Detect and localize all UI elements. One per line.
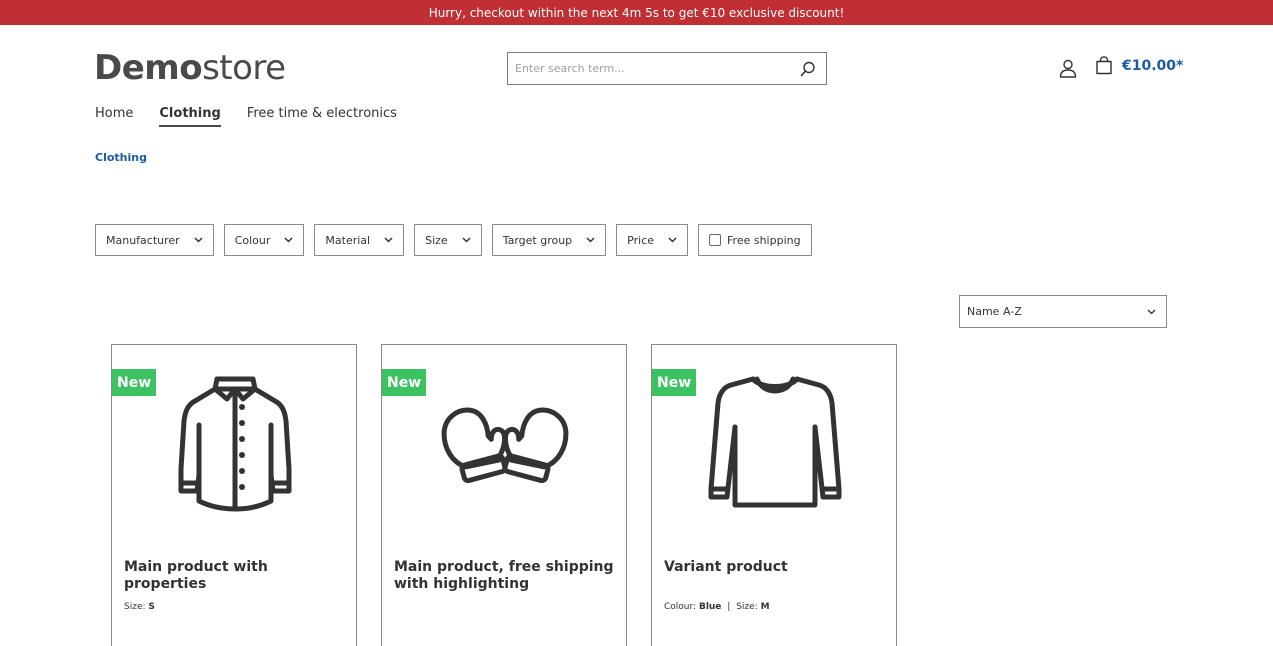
- nav-item-home[interactable]: Home: [95, 106, 133, 127]
- filter-label: Size: [425, 233, 448, 247]
- filter-label: Free shipping: [727, 233, 801, 247]
- product-card[interactable]: New Variant product Colour: Blue | Size:…: [651, 344, 897, 646]
- new-badge: New: [652, 369, 697, 396]
- jacket-icon: [178, 376, 292, 512]
- promo-banner: Hurry, checkout within the next 4m 5s to…: [0, 0, 1273, 25]
- breadcrumb-item-clothing[interactable]: Clothing: [95, 151, 147, 164]
- nav-item-clothing[interactable]: Clothing: [159, 106, 221, 127]
- promo-text: Hurry, checkout within the next 4m 5s to…: [428, 5, 845, 20]
- filter-label: Target group: [502, 233, 573, 247]
- filter-label: Colour: [234, 233, 271, 247]
- filter-price[interactable]: Price: [616, 224, 689, 256]
- prop-value: Blue: [698, 602, 722, 612]
- search-button[interactable]: [790, 53, 826, 84]
- nav-item-free-time-electronics[interactable]: Free time & electronics: [247, 106, 397, 127]
- product-card[interactable]: New Main product with properties Size: S: [111, 344, 357, 646]
- logo-light-text: store: [202, 48, 286, 88]
- new-badge: New: [112, 369, 157, 396]
- chevron-down-icon: [586, 237, 595, 243]
- chevron-down-icon: [668, 237, 677, 243]
- sort-selected-value: Name A-Z: [967, 305, 1022, 318]
- search-box: [507, 52, 827, 85]
- filter-label: Manufacturer: [106, 233, 180, 247]
- chevron-down-icon: [384, 237, 393, 243]
- store-logo[interactable]: Demo store: [94, 48, 286, 88]
- main-navigation: Home Clothing Free time & electronics: [95, 106, 423, 127]
- filter-bar: Manufacturer Colour Material Size Target…: [95, 224, 812, 256]
- new-badge: New: [382, 369, 427, 396]
- product-name[interactable]: Main product with properties: [124, 559, 346, 593]
- filter-free-shipping[interactable]: Free shipping: [698, 224, 812, 256]
- prop-label: Size:: [124, 602, 146, 612]
- filter-colour[interactable]: Colour: [223, 224, 305, 256]
- filter-manufacturer[interactable]: Manufacturer: [95, 224, 214, 256]
- chevron-down-icon: [462, 237, 471, 243]
- prop-value: S: [148, 602, 155, 612]
- cart-button[interactable]: €10.00*: [1095, 56, 1183, 75]
- chevron-down-icon: [194, 237, 203, 243]
- prop-separator: |: [727, 602, 731, 612]
- filter-label: Price: [627, 233, 655, 247]
- account-button[interactable]: [1057, 57, 1079, 79]
- user-icon: [1059, 59, 1077, 78]
- prop-value: M: [760, 602, 770, 612]
- product-properties: Colour: Blue | Size: M: [664, 602, 770, 612]
- bag-icon: [1096, 56, 1112, 75]
- sweater-icon: [708, 376, 842, 508]
- product-name[interactable]: Main product, free shipping with highlig…: [394, 559, 616, 593]
- search-input[interactable]: [508, 53, 790, 84]
- filter-target-group[interactable]: Target group: [491, 224, 607, 256]
- sort-select[interactable]: Name A-Z: [959, 295, 1167, 328]
- product-card[interactable]: New Main product, free shipping with hig…: [381, 344, 627, 646]
- prop-label: Size:: [736, 602, 758, 612]
- search-icon: [800, 61, 815, 76]
- filter-material[interactable]: Material: [314, 224, 405, 256]
- free-shipping-checkbox[interactable]: [709, 234, 722, 246]
- chevron-down-icon: [284, 237, 293, 243]
- filter-label: Material: [325, 233, 371, 247]
- logo-bold-text: Demo: [94, 48, 203, 88]
- mittens-icon: [441, 407, 569, 484]
- product-properties: Size: S: [124, 602, 155, 612]
- filter-size[interactable]: Size: [414, 224, 482, 256]
- chevron-down-icon: [1147, 305, 1156, 318]
- breadcrumb: Clothing: [95, 151, 147, 164]
- product-name[interactable]: Variant product: [664, 559, 886, 576]
- cart-total: €10.00*: [1122, 57, 1184, 74]
- prop-label: Colour:: [664, 602, 697, 612]
